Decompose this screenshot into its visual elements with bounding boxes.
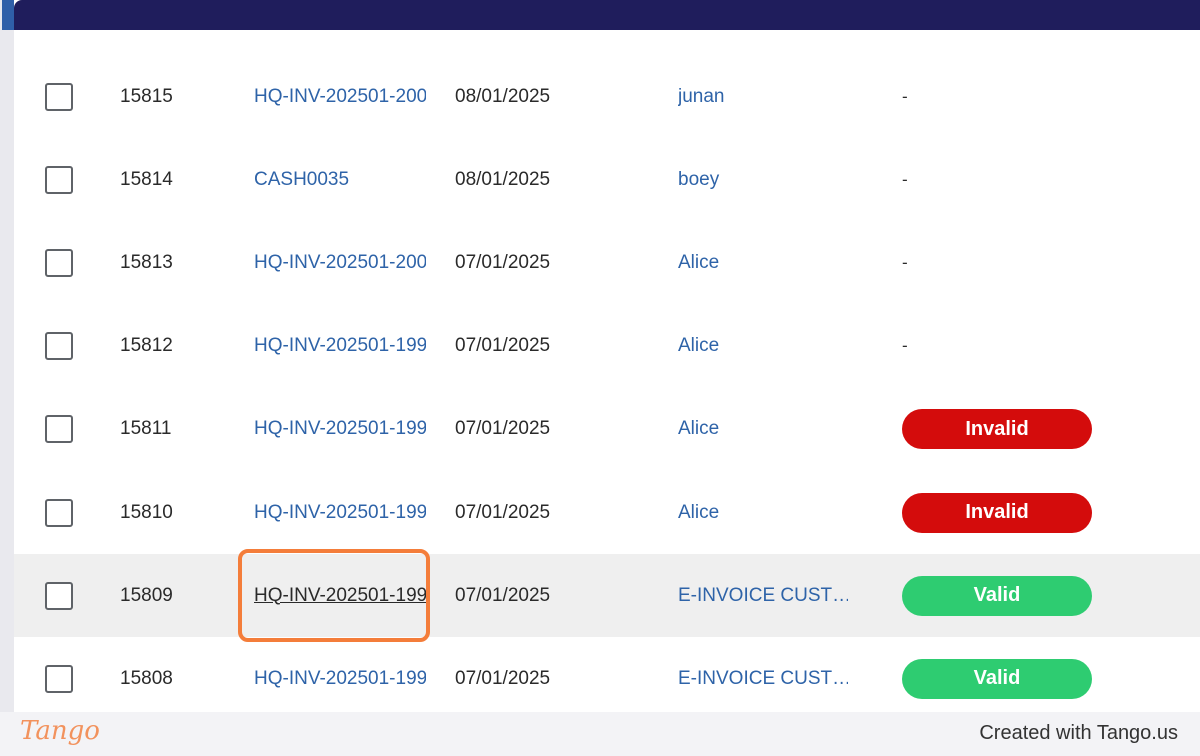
status-empty: - [902,169,908,189]
row-checkbox[interactable] [45,415,73,444]
status-badge: Valid [902,658,1092,699]
status-cell: - [902,221,908,304]
tango-footer: Tango Created with Tango.us [0,712,1200,756]
customer-cell: E-INVOICE CUST… [678,554,848,637]
invoice-ref-link[interactable]: HQ-INV-202501-199 [254,335,426,357]
row-checkbox[interactable] [45,82,73,111]
invoice-ref-cell: HQ-INV-202501-199 [254,388,426,471]
invoice-ref-link[interactable]: HQ-INV-202501-199 [254,418,426,440]
row-checkbox[interactable] [45,581,73,610]
customer-link[interactable]: E-INVOICE CUST… [678,668,848,690]
record-id: 15813 [120,251,173,273]
invoice-ref-cell: HQ-INV-202501-199 [254,471,426,554]
row-checkbox[interactable] [45,498,73,527]
table-row[interactable]: 15810 HQ-INV-202501-199 07/01/2025 Alice… [14,471,1200,554]
invoice-ref-cell: HQ-INV-202501-199 [254,637,426,712]
table-row[interactable]: 15813 HQ-INV-202501-200 07/01/2025 Alice… [14,221,1200,304]
invoice-ref-cell: HQ-INV-202501-199 [254,554,426,637]
invoice-date: 07/01/2025 [455,584,551,606]
status-cell: Invalid [902,388,1092,471]
customer-cell: boey [678,138,848,221]
select-cell [45,471,73,554]
invoice-ref-cell: CASH0035 [254,138,426,221]
status-empty: - [902,86,908,106]
status-cell: Valid [902,554,1092,637]
invoice-date: 08/01/2025 [455,168,551,190]
status-badge: Invalid [902,492,1092,533]
customer-link[interactable]: Alice [678,252,719,274]
customer-cell: E-INVOICE CUST… [678,637,848,712]
invoice-ref-link[interactable]: HQ-INV-202501-200 [254,252,426,274]
record-id: 15814 [120,168,173,190]
select-cell [45,138,73,221]
select-cell [45,388,73,471]
row-checkbox[interactable] [45,248,73,277]
invoice-date: 07/01/2025 [455,251,551,273]
customer-cell: junan [678,55,848,138]
row-checkbox[interactable] [45,332,73,361]
invoice-date: 08/01/2025 [455,85,551,107]
table-row[interactable]: 15815 HQ-INV-202501-200 08/01/2025 junan… [14,55,1200,138]
customer-link[interactable]: Alice [678,502,719,524]
select-cell [45,554,73,637]
invoice-ref-link[interactable]: HQ-INV-202501-200 [254,86,426,108]
record-id: 15812 [120,335,173,357]
record-id: 15809 [120,584,173,606]
customer-link[interactable]: E-INVOICE CUST… [678,585,848,607]
invoice-list-page: 15815 HQ-INV-202501-200 08/01/2025 junan… [14,0,1200,712]
customer-cell: Alice [678,305,848,388]
invoice-ref-link[interactable]: HQ-INV-202501-199 [254,668,426,690]
status-cell: - [902,138,908,221]
row-checkbox[interactable] [45,664,73,693]
customer-link[interactable]: Alice [678,335,719,357]
invoice-date: 07/01/2025 [455,418,551,440]
screenshot-frame: 15815 HQ-INV-202501-200 08/01/2025 junan… [0,0,1200,756]
status-empty: - [902,336,908,356]
status-empty: - [902,252,908,272]
select-cell [45,55,73,138]
status-cell: Invalid [902,471,1092,554]
invoice-ref-cell: HQ-INV-202501-200 [254,221,426,304]
select-cell [45,305,73,388]
table-row[interactable]: 15814 CASH0035 08/01/2025 boey - [14,138,1200,221]
row-checkbox[interactable] [45,165,73,194]
invoice-date: 07/01/2025 [455,667,551,689]
invoice-ref-cell: HQ-INV-202501-199 [254,305,426,388]
table-row[interactable]: 15811 HQ-INV-202501-199 07/01/2025 Alice… [14,388,1200,471]
status-badge: Invalid [902,409,1092,450]
customer-link[interactable]: junan [678,86,725,108]
customer-link[interactable]: Alice [678,418,719,440]
record-id: 15810 [120,501,173,523]
select-cell [45,637,73,712]
tango-logo: Tango [20,716,100,746]
status-cell: - [902,305,908,388]
invoice-ref-cell: HQ-INV-202501-200 [254,55,426,138]
status-cell: Valid [902,637,1092,712]
record-id: 15815 [120,85,173,107]
table-header-bar [14,0,1200,30]
record-id: 15811 [120,418,172,440]
invoice-date: 07/01/2025 [455,501,551,523]
select-cell [45,221,73,304]
record-id: 15808 [120,667,173,689]
invoice-date: 07/01/2025 [455,335,551,357]
invoice-ref-link[interactable]: HQ-INV-202501-199 [254,585,426,607]
table-row[interactable]: 15809 HQ-INV-202501-199 07/01/2025 E-INV… [14,554,1200,638]
invoice-ref-link[interactable]: CASH0035 [254,169,349,191]
table-row[interactable]: 15812 HQ-INV-202501-199 07/01/2025 Alice… [14,305,1200,388]
table-row[interactable]: 15808 HQ-INV-202501-199 07/01/2025 E-INV… [14,637,1200,712]
invoice-ref-link[interactable]: HQ-INV-202501-199 [254,502,426,524]
status-cell: - [902,55,908,138]
customer-cell: Alice [678,221,848,304]
customer-cell: Alice [678,471,848,554]
customer-link[interactable]: boey [678,169,719,191]
created-with-text: Created with Tango.us [979,722,1178,744]
invoice-table-body: 15815 HQ-INV-202501-200 08/01/2025 junan… [14,55,1200,712]
customer-cell: Alice [678,388,848,471]
status-badge: Valid [902,575,1092,616]
